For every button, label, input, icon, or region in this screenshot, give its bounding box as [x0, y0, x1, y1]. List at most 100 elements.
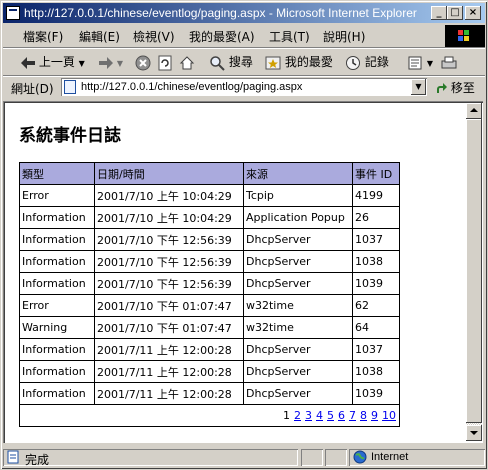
favorites-button[interactable]: 我的最愛 [265, 52, 333, 72]
cell-event-id: 64 [352, 316, 400, 339]
address-input[interactable]: http://127.0.0.1/chinese/eventlog/paging… [61, 78, 427, 96]
column-header-datetime: 日期/時間 [94, 162, 244, 185]
print-icon [441, 56, 457, 68]
address-bar: 網址(D) http://127.0.0.1/chinese/eventlog/… [3, 77, 485, 99]
table-row: Information 2001/7/10 下午 12:56:39 DhcpServ… [19, 272, 400, 295]
table-header-row: 類型 日期/時間 來源 事件 ID [19, 162, 400, 185]
cell-source: DhcpServer [243, 228, 353, 251]
pager-link-page[interactable]: 3 [305, 409, 312, 422]
forward-button[interactable]: ▼ [99, 52, 123, 72]
search-button[interactable]: 搜尋 [209, 52, 253, 72]
cell-type: Error [19, 184, 95, 207]
stop-icon [135, 55, 151, 70]
cell-event-id: 1039 [352, 272, 400, 295]
table-row: Information 2001/7/10 下午 12:56:39 DhcpServ… [19, 250, 400, 273]
cell-datetime: 2001/7/10 下午 01:07:47 [94, 316, 244, 339]
column-header-event-id: 事件 ID [352, 162, 400, 185]
menu-help[interactable]: 說明(H) [323, 28, 365, 45]
favorites-icon [265, 56, 281, 69]
cell-source: DhcpServer [243, 360, 353, 383]
print-button[interactable] [441, 52, 457, 72]
menu-favorites[interactable]: 我的最愛(A) [189, 28, 255, 45]
status-zone: Internet [371, 451, 409, 463]
back-label: 上一頁 [38, 55, 75, 69]
cell-datetime: 2001/7/10 上午 10:04:29 [94, 184, 244, 207]
cell-type: Information [19, 382, 95, 405]
refresh-button[interactable] [157, 52, 173, 72]
pager-link-page[interactable]: 2 [294, 409, 301, 422]
status-panel-1 [301, 449, 323, 466]
vertical-scrollbar[interactable] [466, 103, 482, 441]
page-viewport: 系統事件日誌 類型 日期/時間 來源 事件 ID Error 2001/7/10 … [5, 103, 466, 441]
cell-type: Information [19, 338, 95, 361]
pager-link-page[interactable]: 5 [327, 409, 334, 422]
cell-event-id: 1038 [352, 360, 400, 383]
menu-bar: 檔案(F) 編輯(E) 檢視(V) 我的最愛(A) 工具(T) 說明(H) [3, 25, 443, 45]
window-title: http://127.0.0.1/chinese/eventlog/paging… [24, 6, 417, 20]
address-dropdown-button[interactable]: ▼ [411, 79, 426, 95]
back-button[interactable]: 上一頁 ▼ [21, 52, 85, 72]
go-button[interactable]: 移至 [435, 79, 475, 96]
title-bar[interactable]: http://127.0.0.1/chinese/eventlog/paging… [3, 3, 485, 23]
table-row: Error 2001/7/10 下午 01:07:47 w32time 62 [19, 294, 400, 317]
favorites-label: 我的最愛 [284, 55, 333, 69]
mail-button[interactable]: ▼ [407, 52, 433, 72]
column-header-source: 來源 [243, 162, 353, 185]
home-button[interactable] [179, 52, 195, 72]
ie-page-icon [6, 6, 20, 20]
search-icon [210, 55, 225, 71]
cell-source: DhcpServer [243, 272, 353, 295]
table-row: Warning 2001/7/10 下午 01:07:47 w32time 64 [19, 316, 400, 339]
pager-link-page[interactable]: 10 [382, 409, 396, 422]
go-label: 移至 [450, 81, 475, 95]
pager-link-page[interactable]: 6 [338, 409, 345, 422]
status-panel-2 [325, 449, 347, 466]
cell-source: DhcpServer [243, 250, 353, 273]
menu-tools[interactable]: 工具(T) [269, 28, 310, 45]
maximize-button[interactable]: □ [447, 6, 463, 20]
scroll-down-button[interactable] [466, 425, 482, 441]
done-page-icon [7, 450, 19, 464]
page-title: 系統事件日誌 [19, 126, 121, 146]
forward-arrow-icon [99, 56, 113, 69]
cell-datetime: 2001/7/11 上午 12:00:28 [94, 338, 244, 361]
table-row: Information 2001/7/10 上午 10:04:29 Applicat… [19, 206, 400, 229]
pager-row: 1 2 3 4 5 6 7 8 9 10 [19, 404, 400, 427]
cell-type: Information [19, 250, 95, 273]
address-url[interactable]: http://127.0.0.1/chinese/eventlog/paging… [81, 81, 302, 93]
minimize-button[interactable]: _ [431, 6, 447, 20]
event-log-table: 類型 日期/時間 來源 事件 ID Error 2001/7/10 上午 10:0… [19, 162, 400, 427]
history-button[interactable]: 記錄 [345, 52, 389, 72]
cell-datetime: 2001/7/10 下午 12:56:39 [94, 272, 244, 295]
menu-edit[interactable]: 編輯(E) [79, 28, 120, 45]
stop-button[interactable] [135, 52, 151, 72]
pager-link-page[interactable]: 9 [371, 409, 378, 422]
history-icon [346, 55, 360, 70]
close-button[interactable]: × [465, 6, 481, 20]
cell-event-id: 1037 [352, 228, 400, 251]
mail-dropdown-icon: ▼ [426, 59, 433, 68]
cell-source: Tcpip [243, 184, 353, 207]
pager-link-page[interactable]: 7 [349, 409, 356, 422]
cell-event-id: 1038 [352, 250, 400, 273]
pager-link-page[interactable]: 4 [316, 409, 323, 422]
status-panel-main: 完成 [3, 449, 298, 467]
cell-event-id: 1039 [352, 382, 400, 405]
table-row: Information 2001/7/11 上午 12:00:28 DhcpServ… [19, 338, 400, 361]
standard-toolbar: 上一頁 ▼ ▼ 搜尋 我的最愛 記錄 ▼ [3, 49, 485, 75]
page-icon [64, 80, 76, 94]
menu-file[interactable]: 檔案(F) [23, 28, 63, 45]
menu-view[interactable]: 檢視(V) [133, 28, 175, 45]
cell-type: Information [19, 360, 95, 383]
cell-datetime: 2001/7/11 上午 12:00:28 [94, 382, 244, 405]
pager-link-page[interactable]: 8 [360, 409, 367, 422]
cell-type: Information [19, 272, 95, 295]
scroll-thumb[interactable] [466, 119, 482, 423]
cell-type: Warning [19, 316, 95, 339]
cell-datetime: 2001/7/10 下午 12:56:39 [94, 228, 244, 251]
cell-type: Error [19, 294, 95, 317]
cell-datetime: 2001/7/10 下午 01:07:47 [94, 294, 244, 317]
scroll-up-button[interactable] [466, 103, 482, 119]
scroll-down-arrow-icon [470, 431, 478, 435]
cell-source: Application Popup [243, 206, 353, 229]
